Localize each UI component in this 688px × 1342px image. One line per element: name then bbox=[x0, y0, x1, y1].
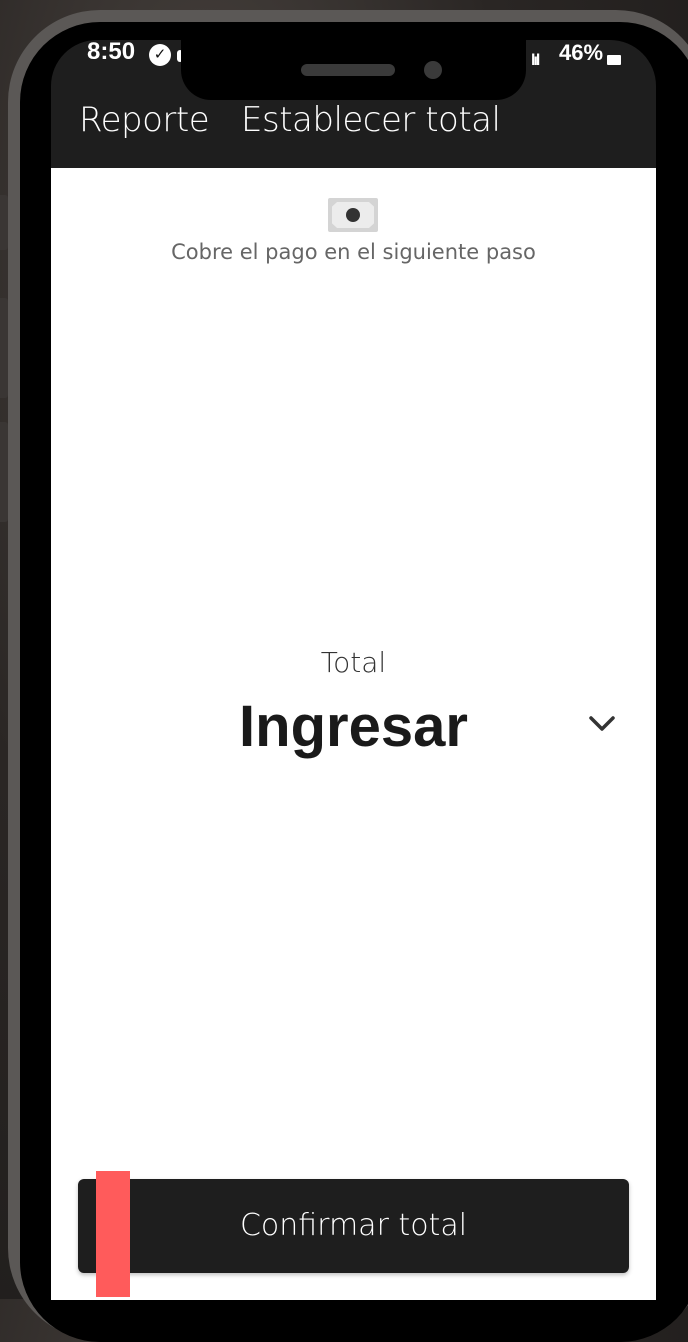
app-header: Reporte Establecer total bbox=[51, 80, 656, 168]
highlight-marker bbox=[96, 1171, 130, 1297]
confirm-total-button[interactable]: Confirmar total bbox=[78, 1179, 629, 1273]
total-input[interactable]: Ingresar bbox=[51, 693, 656, 760]
main-content: Cobre el pago en el siguiente paso Total… bbox=[51, 168, 656, 1300]
check-circle-icon: ✓ bbox=[149, 44, 171, 66]
battery-icon bbox=[607, 55, 621, 65]
phone-screen: 8:50 ✓ lıl 46% Reporte Establecer total … bbox=[51, 40, 656, 1300]
status-time: 8:50 bbox=[87, 40, 136, 65]
tab-report[interactable]: Reporte bbox=[79, 100, 210, 140]
signal-icon: lıl bbox=[531, 52, 540, 69]
chevron-down-icon[interactable] bbox=[587, 714, 617, 734]
total-label: Total bbox=[320, 646, 387, 679]
payment-hint: Cobre el pago en el siguiente paso bbox=[171, 240, 536, 264]
phone-side-button bbox=[0, 422, 8, 522]
battery-level: 46% bbox=[559, 40, 604, 65]
tab-set-total[interactable]: Establecer total bbox=[241, 100, 501, 140]
camera-icon bbox=[424, 61, 442, 79]
cash-icon bbox=[328, 198, 378, 232]
phone-side-button bbox=[0, 298, 8, 398]
phone-side-button bbox=[0, 195, 8, 250]
speaker-icon bbox=[301, 64, 395, 76]
